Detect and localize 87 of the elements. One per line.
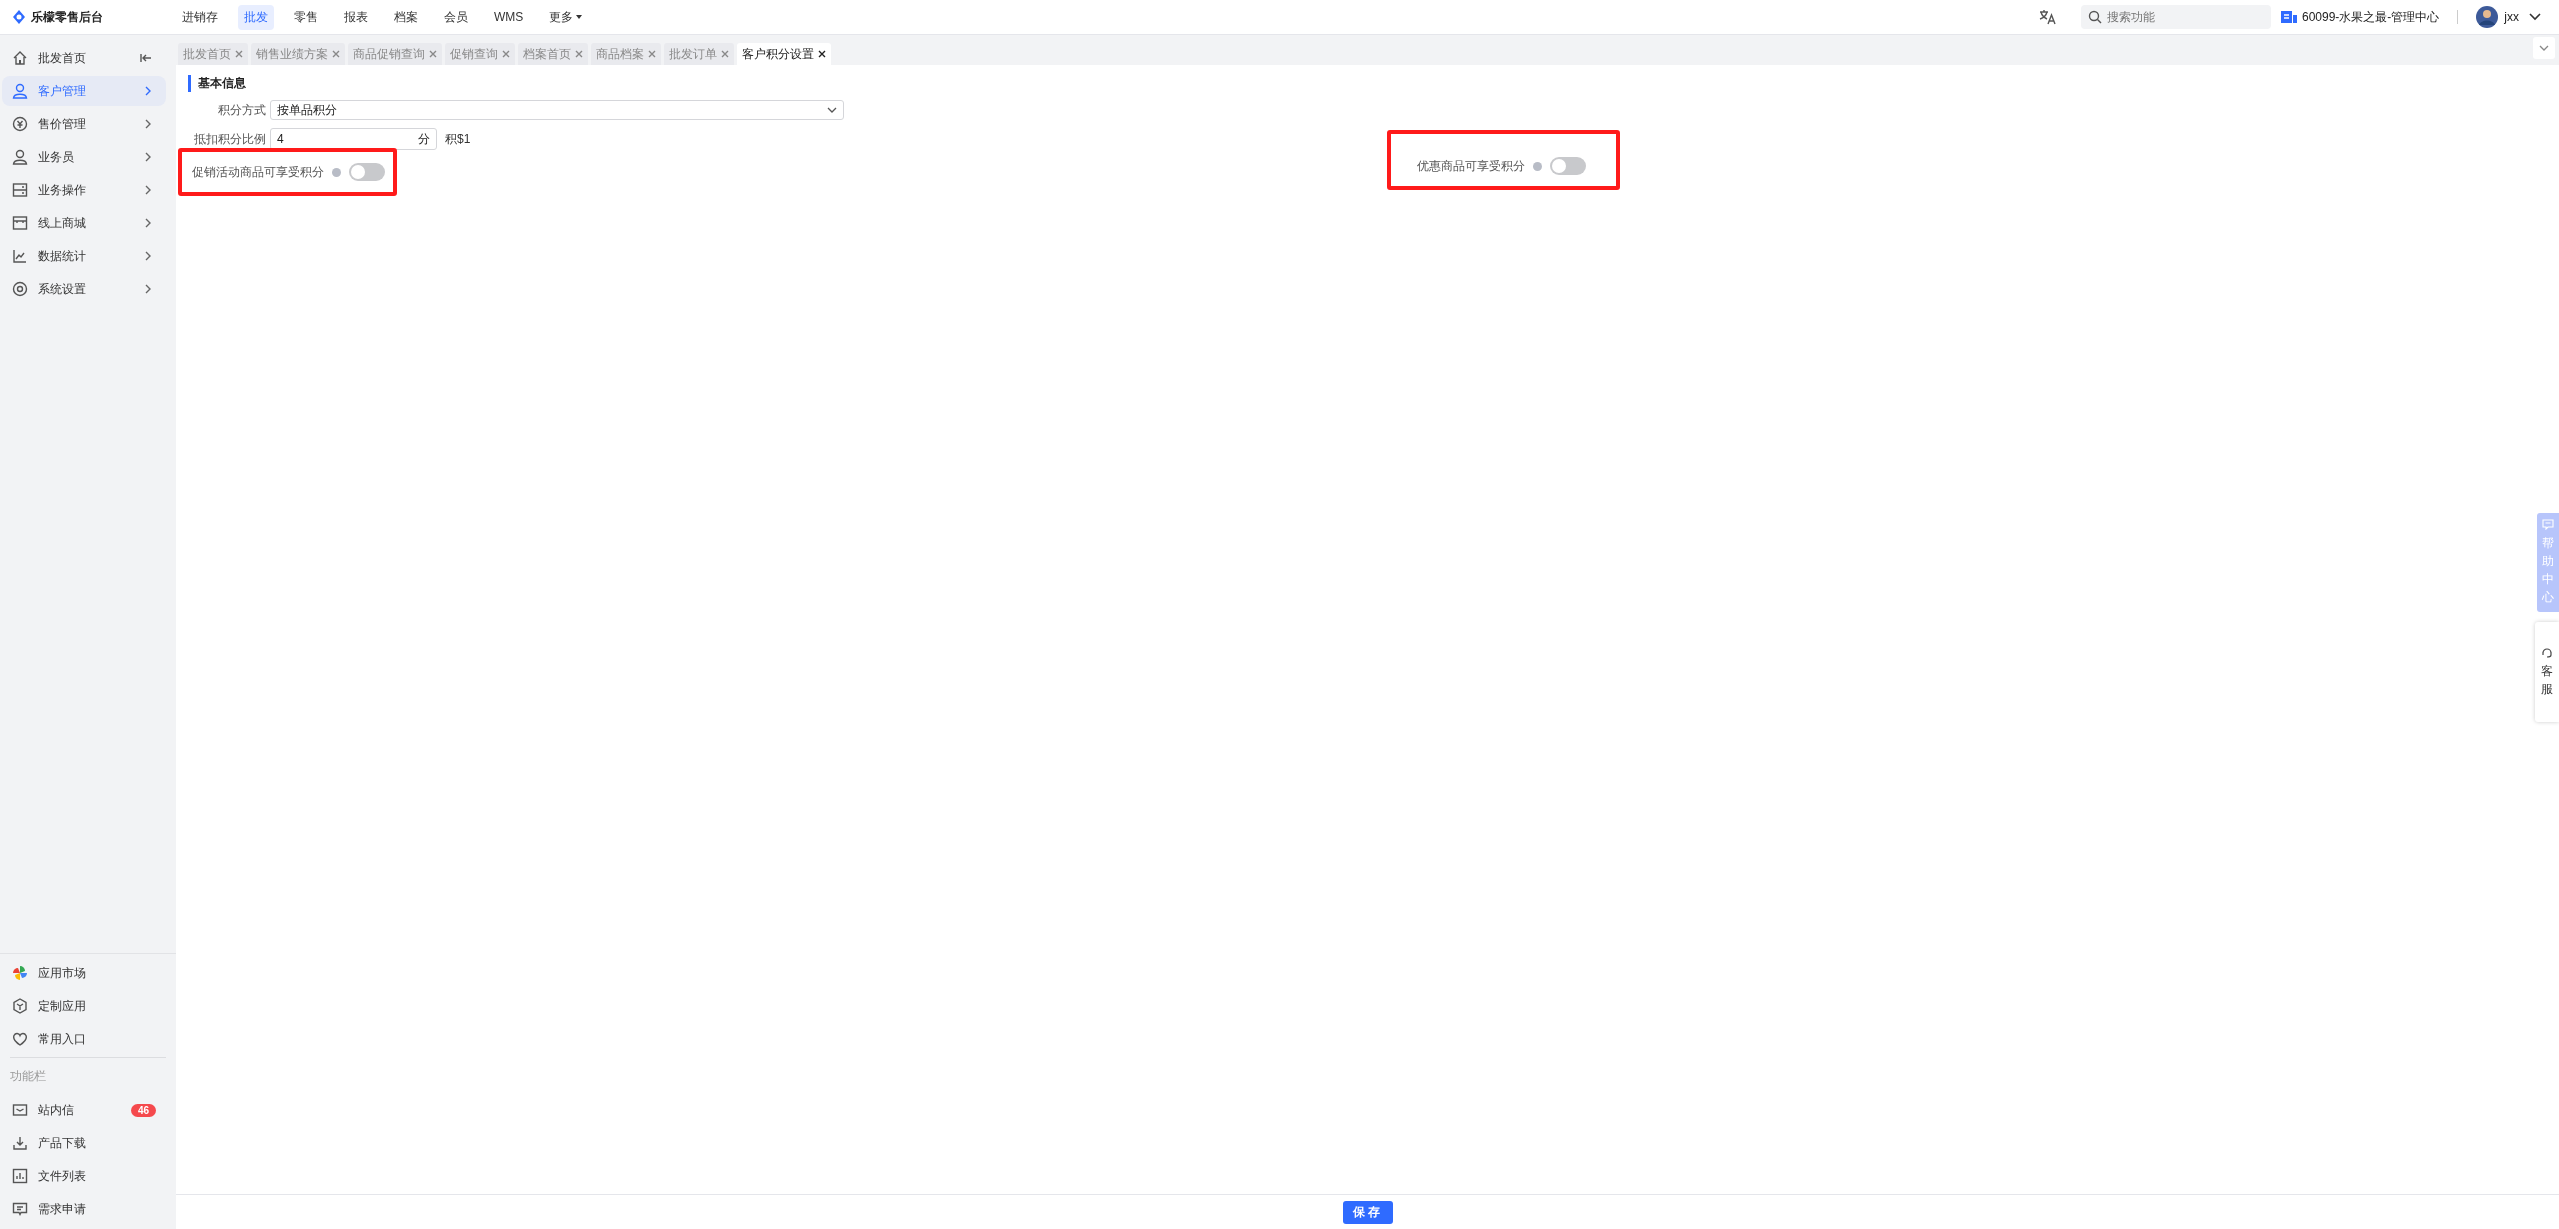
field-suffix: 积$1 [445,130,471,148]
nav-item[interactable]: 零售 [288,4,324,30]
input-field[interactable]: 4 分 [270,128,437,150]
sidebar-item[interactable]: 常用入口 [2,1024,166,1054]
nav-item[interactable]: 会员 [438,4,474,30]
search-field[interactable]: 搜索功能 [2080,5,2271,29]
sidebar-item[interactable]: 业务操作 [2,175,166,205]
customer-service-tab[interactable]: 客 服 [2535,622,2559,722]
close-icon [721,50,729,58]
chevron-down-icon [2529,13,2541,21]
close-icon [575,50,583,58]
close-icon [429,50,437,58]
toggle-label: 优惠商品可享受积分 [1417,157,1525,175]
sidebar-item[interactable]: 站内信 46 [2,1095,166,1125]
home-icon [12,50,28,66]
chat-icon [2542,519,2554,530]
close-icon [332,50,340,58]
nav-item[interactable]: 更多 [543,4,590,30]
toggle-switch[interactable] [1550,157,1586,175]
sidebar-item[interactable]: 数据统计 [2,241,166,271]
search-icon [2087,10,2102,24]
sidebar-item[interactable]: 产品下载 [2,1128,166,1158]
download-icon [12,1135,28,1151]
sidebar-item[interactable]: 定制应用 [2,991,166,1021]
help-icon [1533,161,1542,171]
headset-icon [2541,646,2553,658]
chevron-right-icon [144,86,152,96]
store-name[interactable]: 60099-水果之最-管理中心 [2301,8,2440,26]
field-label: 积分方式 [217,101,266,119]
chevron-right-icon [144,251,152,261]
translate-icon [2038,9,2057,25]
bar-chart-icon [12,1168,28,1184]
sidebar-item[interactable]: 需求申请 [2,1194,166,1224]
chevron-right-icon [144,284,152,294]
close-icon [502,50,510,58]
tab[interactable]: 客户积分设置 [737,43,831,65]
chevron-right-icon [144,218,152,228]
sidebar-item[interactable]: 售价管理 [2,109,166,139]
person-icon [12,83,28,99]
mail-icon [12,1102,28,1118]
close-icon [648,50,656,58]
heart-icon [12,1031,28,1047]
sidebar-item[interactable]: 客户管理 [2,76,166,106]
person-icon [12,149,28,165]
close-icon [818,50,826,58]
select-field[interactable]: 按单品积分 [270,100,844,120]
sidebar-item[interactable]: 系统设置 [2,274,166,304]
count-badge: 46 [130,1103,156,1117]
sidebar-item[interactable]: 线上商城 [2,208,166,238]
chevron-down-icon [2539,45,2549,51]
store-front-icon [12,215,28,231]
chevron-right-icon [144,119,152,129]
app-market-icon [12,965,28,981]
sidebar-item[interactable]: 业务员 [2,142,166,172]
save-button[interactable]: 保存 [1342,1200,1393,1224]
app-title: 乐檬零售后台 [31,8,103,26]
chevron-right-icon [144,152,152,162]
gear-icon [12,281,28,297]
tab-menu-button[interactable] [2533,37,2555,59]
section-label: 功能栏 [9,1068,47,1085]
cube-icon [12,998,28,1014]
nav-item[interactable]: 批发 [238,4,274,30]
line-chart-icon [12,248,28,264]
chevron-down-icon [827,107,837,113]
field-label: 抵扣积分比例 [193,130,266,148]
user-name[interactable]: jxx [2504,10,2519,24]
avatar-icon [2476,6,2499,28]
nav-item[interactable]: 报表 [338,4,374,30]
nav-item[interactable]: 档案 [388,4,424,30]
panel-icon [12,182,28,198]
sidebar-item[interactable]: 应用市场 [2,958,166,988]
section-title: 基本信息 [188,75,2549,92]
store-icon [2280,11,2297,23]
caret-icon [575,14,584,20]
chevron-right-icon [144,185,152,195]
sidebar-item[interactable]: 批发首页 [2,43,166,73]
close-icon [235,50,243,58]
sidebar-item[interactable]: 文件列表 [2,1161,166,1191]
message-icon [12,1201,28,1217]
toggle-switch[interactable] [349,163,385,181]
logo-icon [12,9,26,25]
nav-item[interactable]: 进销存 [176,4,224,30]
toggle-label: 促销活动商品可享受积分 [192,163,324,181]
help-icon [332,167,341,177]
nav-item[interactable]: WMS [488,4,530,30]
collapse-icon [140,53,152,63]
coin-icon [12,116,28,132]
